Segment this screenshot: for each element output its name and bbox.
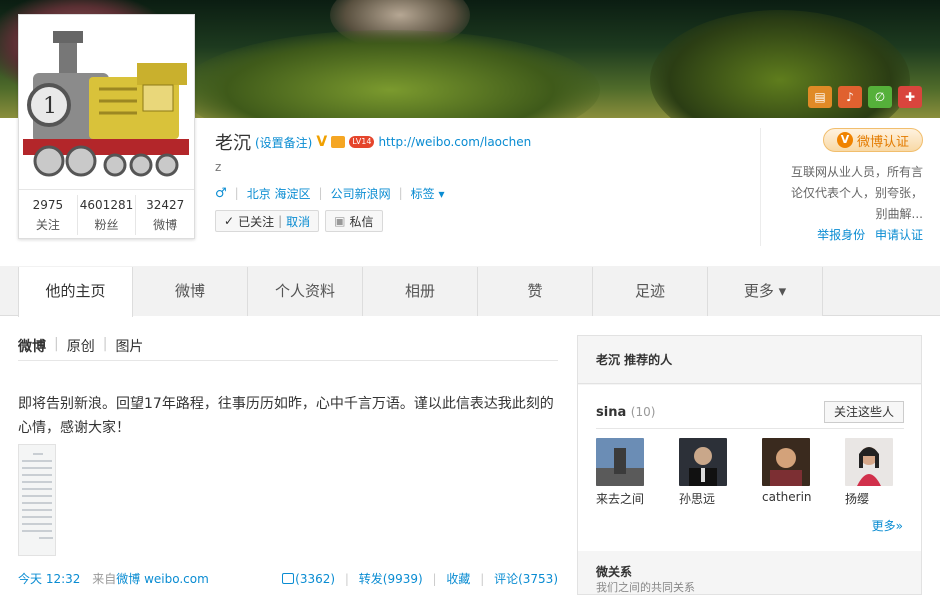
feed-tab-pictures[interactable]: 图片	[115, 336, 143, 356]
link-icon[interactable]: ∅	[868, 86, 892, 108]
card-icon[interactable]: ▤	[808, 86, 832, 108]
verify-description: 互联网从业人员，所有言论仅代表个人，别夸张，别曲解...	[790, 165, 923, 221]
following-count[interactable]: 2975 关注	[19, 195, 78, 235]
like-button[interactable]: (3362)	[282, 572, 335, 586]
divider: |	[234, 186, 239, 200]
feed-tab-original[interactable]: 原创	[67, 336, 95, 356]
set-remark-link[interactable]: (设置备注)	[255, 134, 312, 151]
avatar[interactable]: 1	[19, 15, 194, 190]
svg-text:1: 1	[43, 94, 57, 119]
post-time-link[interactable]: 今天 12:32	[18, 572, 80, 586]
profile-counts: 2975 关注 4601281 粉丝 32427 微博	[19, 195, 194, 235]
recommend-title: 老沉 推荐的人	[578, 336, 921, 384]
divider: |	[398, 186, 403, 200]
avatar-card: 1 2975 关注 4601281 粉丝 32427 微博	[18, 14, 195, 239]
tab-more[interactable]: 更多 ▾	[708, 267, 823, 316]
tab-weibo[interactable]: 微博	[133, 267, 248, 316]
divider: |	[318, 186, 323, 200]
unfollow-link[interactable]: 取消	[286, 213, 310, 230]
heart-plus-icon[interactable]: ✚	[898, 86, 922, 108]
message-button[interactable]: ▣ 私信	[325, 210, 383, 232]
post-source-link[interactable]: 微博 weibo.com	[116, 572, 209, 586]
post-image[interactable]	[18, 444, 56, 556]
more-link[interactable]: 更多»	[872, 517, 903, 534]
tab-album[interactable]: 相册	[363, 267, 478, 316]
comment-button[interactable]: 评论(3753)	[494, 572, 558, 586]
avatar[interactable]	[679, 438, 727, 486]
divider: |	[102, 336, 108, 352]
tab-profile[interactable]: 个人资料	[248, 267, 363, 316]
post-footer: 今天 12:32 来自微博 weibo.com (3362) | 转发(9939…	[18, 572, 558, 586]
followers-count[interactable]: 4601281 粉丝	[78, 195, 137, 235]
following-button[interactable]: ✓ 已关注 | 取消	[215, 210, 320, 232]
tab-home[interactable]: 他的主页	[18, 267, 133, 317]
feed-filter: 微博 | 原创 | 图片	[18, 336, 143, 356]
divider	[596, 428, 904, 429]
follow-all-button[interactable]: 关注这些人	[824, 401, 904, 423]
feed-tab-weibo[interactable]: 微博	[18, 336, 46, 356]
male-icon: ♂	[215, 185, 227, 201]
tab-likes[interactable]: 赞	[478, 267, 593, 316]
profile-name: 老沉	[215, 133, 251, 154]
repost-button[interactable]: 转发(9939)	[359, 572, 423, 586]
avatar[interactable]	[845, 438, 893, 486]
vip-icon[interactable]	[331, 136, 346, 148]
thumbs-up-icon	[282, 573, 295, 584]
list-item[interactable]: 孙思远	[679, 438, 729, 507]
profile-intro: z	[215, 160, 222, 174]
check-icon: ✓	[224, 214, 235, 228]
post-text: 即将告别新浪。回望17年路程，往事历历如昨，心中千言万语。谨以此信表达我此刻的心…	[18, 396, 554, 436]
verified-v-icon[interactable]: V	[316, 134, 327, 150]
mail-icon: ▣	[334, 214, 346, 228]
avatar[interactable]	[762, 438, 810, 486]
divider: |	[432, 572, 437, 586]
recommend-people: 来去之间 孙思远 catherin... 扬缨	[596, 438, 895, 507]
weibo-verify-badge[interactable]: V 微博认证	[823, 128, 923, 152]
profile-url-link[interactable]: http://weibo.com/laochen	[378, 135, 531, 149]
recommend-group: sina (10) 关注这些人 来去之间 孙思远 catherin 扬缨 更多»	[578, 385, 921, 551]
divider: |	[480, 572, 485, 586]
verify-v-icon: V	[836, 132, 853, 148]
profile-info: 老沉 (设置备注) V LV14 http://weibo.com/laoche…	[215, 128, 755, 232]
list-item[interactable]: 来去之间	[596, 438, 646, 507]
posts-count[interactable]: 32427 微博	[136, 195, 194, 235]
divider	[18, 360, 558, 361]
apply-verify-link[interactable]: 申请认证	[875, 228, 923, 242]
divider: |	[54, 336, 59, 352]
report-identity-link[interactable]: 举报身份	[817, 228, 865, 242]
level-badge[interactable]: LV14	[349, 136, 375, 148]
tags-dropdown[interactable]: 标签 ▾	[411, 185, 445, 202]
microphone-icon[interactable]: ♪	[838, 86, 862, 108]
group-name: sina (10)	[596, 405, 656, 420]
list-item[interactable]: 扬缨	[845, 438, 895, 507]
favorite-button[interactable]: 收藏	[446, 572, 470, 586]
profile-meta: ♂ | 北京 海淀区 | 公司新浪网 | 标签 ▾	[215, 184, 755, 202]
relationship-section: 微关系 我们之间的共同关系	[596, 565, 695, 594]
recommend-panel: 老沉 推荐的人 sina (10) 关注这些人 来去之间 孙思远 catheri…	[577, 335, 922, 595]
location-link[interactable]: 北京 海淀区	[247, 185, 311, 202]
cover-icon-group: ▤ ♪ ∅ ✚	[808, 86, 922, 108]
divider: |	[344, 572, 349, 586]
profile-tabs: 他的主页 微博 个人资料 相册 赞 足迹 更多 ▾	[18, 267, 823, 317]
avatar[interactable]	[596, 438, 644, 486]
divider	[760, 128, 761, 246]
tab-footprint[interactable]: 足迹	[593, 267, 708, 316]
company-link[interactable]: 公司新浪网	[331, 185, 391, 202]
verify-links: 举报身份 申请认证	[780, 226, 923, 243]
list-item[interactable]: catherin...	[762, 438, 812, 507]
